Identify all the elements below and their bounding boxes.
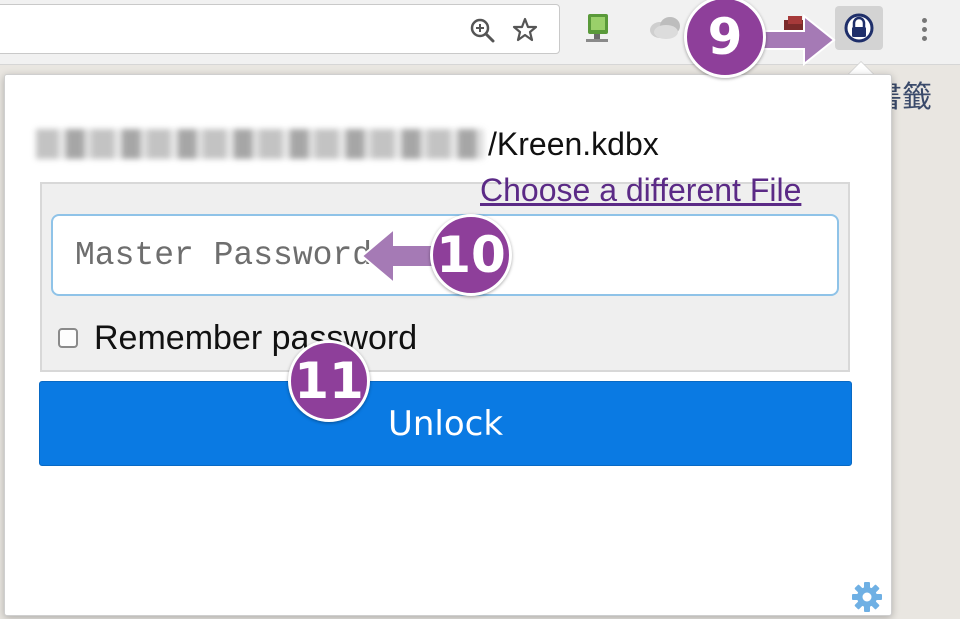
annotation-badge-11: 11 bbox=[288, 340, 370, 422]
gear-icon[interactable] bbox=[850, 580, 884, 614]
cloud-extension-icon[interactable] bbox=[648, 12, 680, 42]
database-file-path: /Kreen.kdbx bbox=[36, 126, 659, 166]
blurred-path bbox=[36, 129, 484, 159]
remember-password-label[interactable]: Remember password bbox=[94, 319, 417, 358]
database-file-name: /Kreen.kdbx bbox=[488, 126, 659, 162]
annotation-arrow-10 bbox=[360, 226, 440, 286]
annotation-badge-10: 10 bbox=[430, 214, 512, 296]
star-icon[interactable] bbox=[512, 17, 538, 43]
monitor-extension-icon[interactable] bbox=[582, 12, 612, 42]
zoom-icon[interactable] bbox=[469, 17, 495, 43]
address-bar[interactable] bbox=[0, 4, 560, 54]
choose-different-file-link[interactable]: Choose a different File bbox=[480, 172, 801, 209]
remember-password-checkbox[interactable] bbox=[58, 328, 78, 348]
more-vertical-icon[interactable] bbox=[914, 14, 934, 48]
kee-lock-extension-icon[interactable] bbox=[835, 6, 883, 50]
unlock-button[interactable]: Unlock bbox=[39, 381, 852, 466]
